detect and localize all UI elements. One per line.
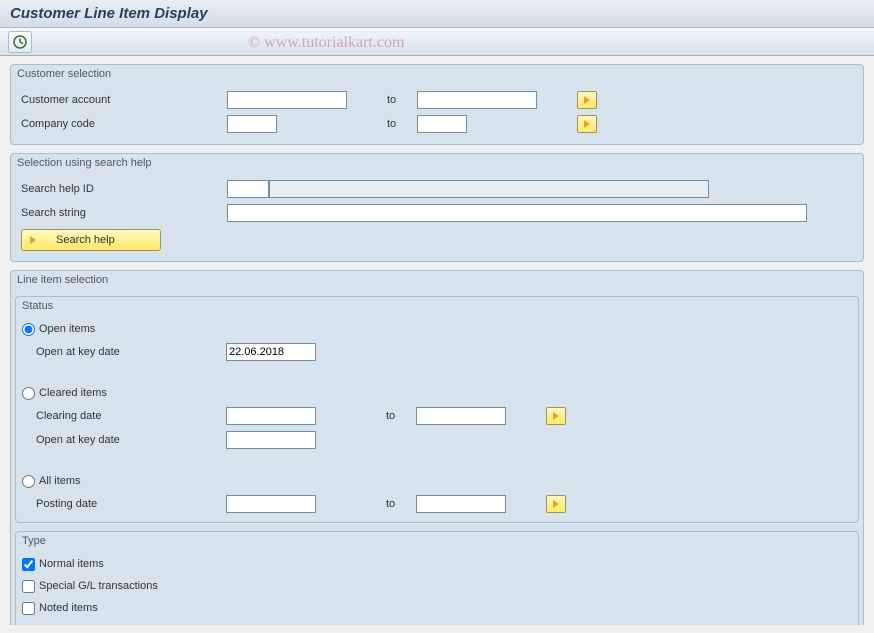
special-gl-label: Special G/L transactions <box>39 580 158 592</box>
company-code-label: Company code <box>17 118 227 130</box>
all-items-label: All items <box>39 475 81 487</box>
open-items-label: Open items <box>39 323 95 335</box>
content-area: Customer selection Customer account to C… <box>0 56 874 633</box>
normal-items-label: Normal items <box>39 558 104 570</box>
clearing-date-range-button[interactable] <box>546 407 566 425</box>
search-string-input[interactable] <box>227 204 807 222</box>
company-code-from[interactable] <box>227 115 277 133</box>
cleared-items-radio[interactable] <box>22 387 35 400</box>
search-help-id-input[interactable] <box>227 180 269 198</box>
search-help-group: Selection using search help Search help … <box>10 153 864 262</box>
search-help-id-desc <box>269 180 709 198</box>
line-item-selection-title: Line item selection <box>11 271 863 292</box>
all-items-radio[interactable] <box>22 475 35 488</box>
normal-items-checkbox[interactable] <box>22 558 35 571</box>
cleared-key-date-label: Open at key date <box>16 434 226 446</box>
cleared-key-date-input[interactable] <box>226 431 316 449</box>
normal-items-row: Normal items <box>16 553 858 575</box>
open-key-date-label: Open at key date <box>16 346 226 358</box>
arrow-right-icon <box>584 120 590 128</box>
posting-date-range-button[interactable] <box>546 495 566 513</box>
clock-execute-icon <box>13 35 27 49</box>
noted-items-checkbox[interactable] <box>22 602 35 615</box>
search-string-row: Search string <box>17 201 857 225</box>
open-items-radio[interactable] <box>22 323 35 336</box>
customer-account-row: Customer account to <box>17 88 857 112</box>
all-items-row: All items <box>16 470 858 492</box>
posting-date-row: Posting date to <box>16 492 858 516</box>
watermark: © www.tutorialkart.com <box>248 34 404 52</box>
clearing-date-to[interactable] <box>416 407 506 425</box>
search-string-label: Search string <box>17 207 227 219</box>
clearing-date-to-label: to <box>346 410 416 422</box>
status-title: Status <box>16 297 858 318</box>
posting-date-to-label: to <box>346 498 416 510</box>
customer-account-label: Customer account <box>17 94 227 106</box>
noted-items-label: Noted items <box>39 602 98 614</box>
search-help-button[interactable]: Search help <box>21 229 161 251</box>
search-help-id-label: Search help ID <box>17 183 227 195</box>
search-help-title: Selection using search help <box>11 154 863 175</box>
open-items-row: Open items <box>16 318 858 340</box>
special-gl-row: Special G/L transactions <box>16 575 858 597</box>
posting-date-label: Posting date <box>16 498 226 510</box>
arrow-right-icon <box>584 96 590 104</box>
company-code-row: Company code to <box>17 112 857 136</box>
toolbar: © www.tutorialkart.com <box>0 28 874 56</box>
open-key-date-input[interactable] <box>226 343 316 361</box>
posting-date-from[interactable] <box>226 495 316 513</box>
arrow-right-icon <box>30 236 36 244</box>
cleared-items-row: Cleared items <box>16 382 858 404</box>
customer-selection-title: Customer selection <box>11 65 863 86</box>
title-bar: Customer Line Item Display <box>0 0 874 28</box>
cleared-key-date-row: Open at key date <box>16 428 858 452</box>
company-code-range-button[interactable] <box>577 115 597 133</box>
noted-items-row: Noted items <box>16 597 858 619</box>
line-item-selection-group: Line item selection Status Open items Op… <box>10 270 864 625</box>
open-key-date-row: Open at key date <box>16 340 858 364</box>
customer-account-to-label: to <box>347 94 417 106</box>
posting-date-to[interactable] <box>416 495 506 513</box>
type-group: Type Normal items Special G/L transactio… <box>15 531 859 625</box>
clearing-date-from[interactable] <box>226 407 316 425</box>
type-title: Type <box>16 532 858 553</box>
company-code-to[interactable] <box>417 115 467 133</box>
special-gl-checkbox[interactable] <box>22 580 35 593</box>
clearing-date-row: Clearing date to <box>16 404 858 428</box>
arrow-right-icon <box>553 500 559 508</box>
search-help-id-row: Search help ID <box>17 177 857 201</box>
customer-account-range-button[interactable] <box>577 91 597 109</box>
clearing-date-label: Clearing date <box>16 410 226 422</box>
page-title: Customer Line Item Display <box>10 5 208 22</box>
arrow-right-icon <box>553 412 559 420</box>
customer-account-to[interactable] <box>417 91 537 109</box>
execute-button[interactable] <box>8 31 32 53</box>
search-help-button-label: Search help <box>56 234 115 246</box>
status-group: Status Open items Open at key date Clear… <box>15 296 859 523</box>
cleared-items-label: Cleared items <box>39 387 107 399</box>
company-code-to-label: to <box>347 118 417 130</box>
customer-account-from[interactable] <box>227 91 347 109</box>
customer-selection-group: Customer selection Customer account to C… <box>10 64 864 145</box>
